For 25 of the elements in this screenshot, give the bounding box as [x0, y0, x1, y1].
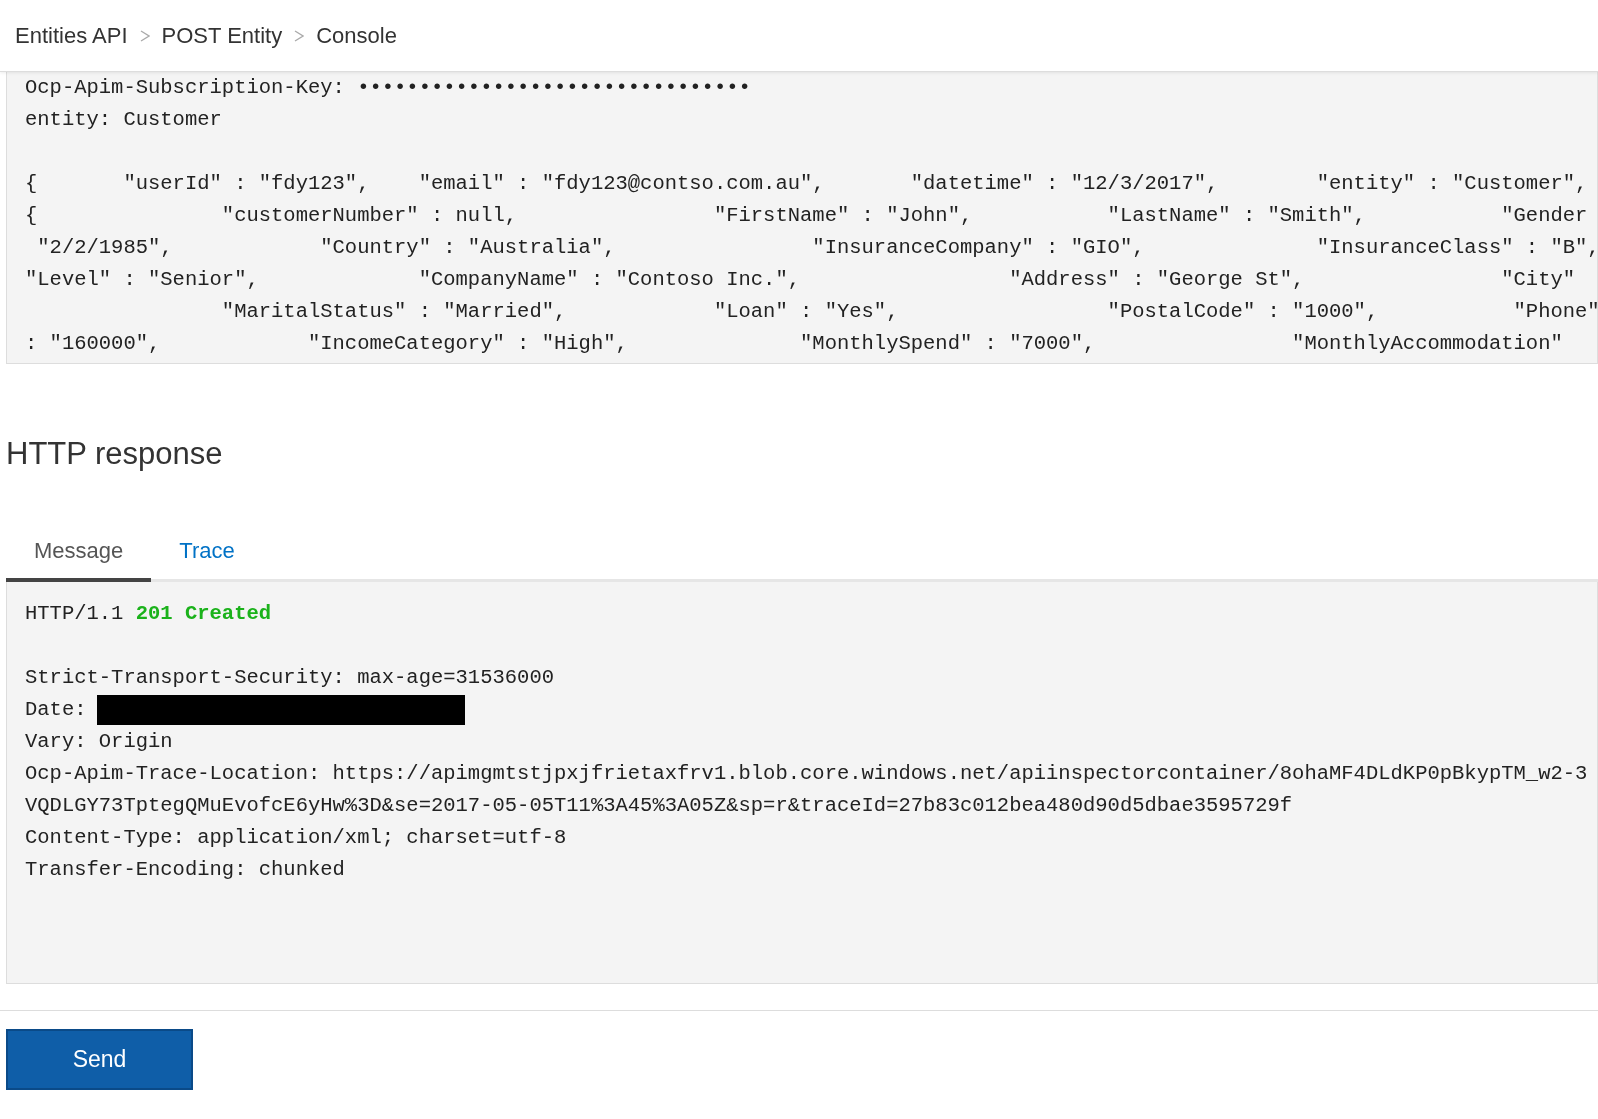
code-line: "MaritalStatus" : "Married", "Loan" : "Yes", "PostalCode" : "1000", "Phone": [220, 299, 1597, 325]
code-line: "2/2/1985", "Country" : "Australia", "InsuranceCompany" : "GIO", "InsuranceClass" : "B",: [36, 235, 1597, 261]
breadcrumb-item[interactable]: POST Entity: [161, 22, 283, 49]
code-line: : "160000", "IncomeCategory" : "High", "MonthlySpend" : "7000", "MonthlyAccommodation": [25, 331, 1564, 357]
code-line: "Level" : "Senior", "CompanyName" : "Contoso Inc.", "Address" : "George St", "City": [25, 267, 1577, 293]
send-button[interactable]: Send: [6, 1029, 193, 1090]
header-line: Content-Type: application/xml; charset=utf-8: [25, 825, 568, 851]
header-name: Date:: [25, 698, 87, 721]
code-line: { "customerNumber" : null, "FirstName" : "John", "LastName" : "Smith", "Gender: [25, 203, 1589, 229]
header-line: VQDLGY73TptegQMuEvofcE6yHw%3D&se=2017-05-05T11%3A45%3A05Z&sp=r&traceId=27b83c012bea480d90d5dbae3595729f: [25, 793, 1294, 819]
section-heading: HTTP response: [6, 436, 224, 473]
header-line: Strict-Transport-Security: max-age=31536000: [25, 665, 555, 691]
chevron-icon: [294, 29, 305, 42]
chevron-icon: [139, 29, 150, 42]
code-line: entity: Customer: [25, 107, 223, 133]
breadcrumb-item[interactable]: Console: [316, 22, 397, 49]
code-line: { "userId" : "fdy123", "email" : "fdy123@contso.com.au", "datetime" : "12/3/2017", "entity" : "Customer",: [25, 171, 1589, 197]
tab[interactable]: Trace: [151, 524, 263, 582]
header-line: Vary: Origin: [25, 729, 174, 755]
header-line: Ocp-Apim-Trace-Location: https://apimgmtstjpxjfrietaxfrv1.blob.core.windows.net/apiinspectorcontainer/8ohaMF4DLdKP0pBkypTM_w2-3: [25, 761, 1589, 787]
protocol-text: HTTP/1.1: [25, 602, 124, 625]
code-line: Ocp-Apim-Subscription-Key: ••••••••••••••••••••••••••••••••: [25, 75, 752, 101]
header-line: Transfer-Encoding: chunked: [25, 857, 346, 883]
breadcrumb-item[interactable]: Entities API: [15, 22, 128, 49]
status-text: 201 Created: [135, 602, 272, 625]
